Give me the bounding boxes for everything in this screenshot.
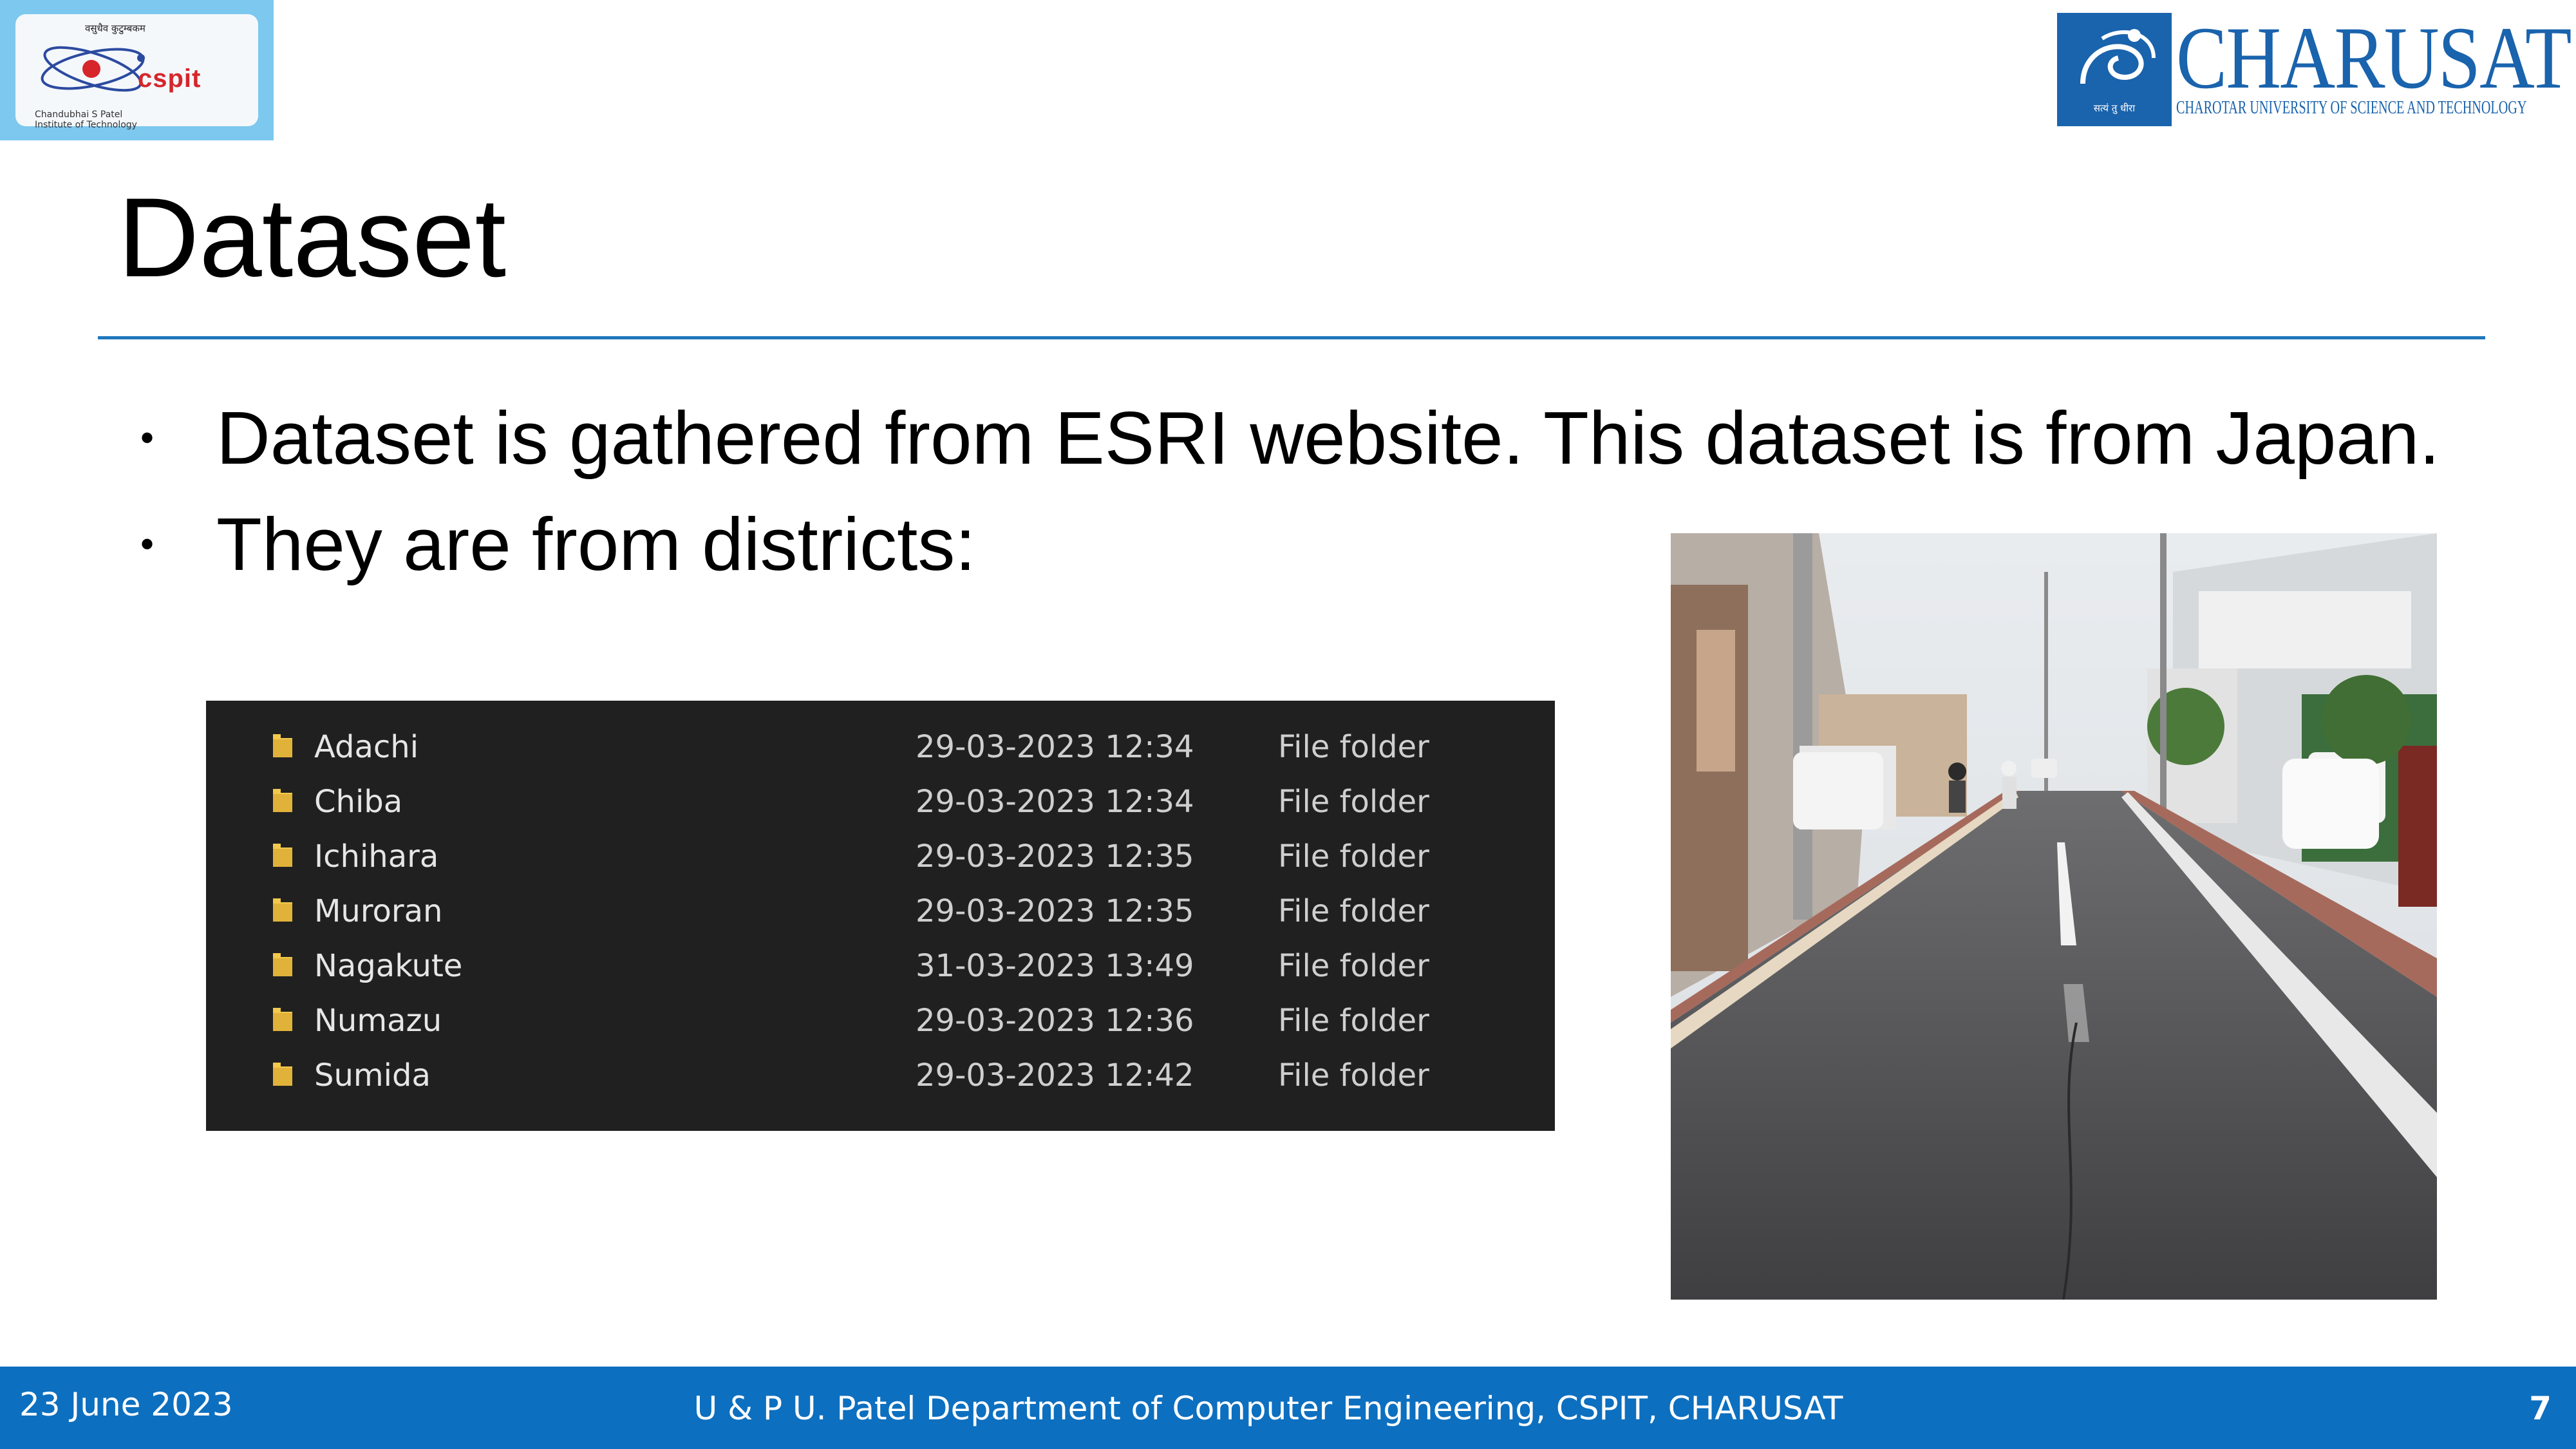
bullet-text: They are from districts: — [216, 502, 976, 586]
charusat-fullname: CHAROTAR UNIVERSITY OF SCIENCE AND TECHN… — [2176, 98, 2527, 118]
folder-icon — [273, 789, 292, 812]
charusat-emblem-icon: सत्यं तु धीरा — [2057, 13, 2172, 126]
folder-type: File folder — [1278, 838, 1429, 875]
folder-type: File folder — [1278, 948, 1429, 984]
bullet-dot-icon: • — [140, 522, 155, 565]
cspit-brand: cspit — [138, 64, 202, 93]
folder-icon — [273, 1008, 292, 1031]
street-photo — [1671, 533, 2437, 1300]
folder-name: Adachi — [314, 729, 419, 765]
charusat-logo: सत्यं तु धीरा CHARUSAT CHAROTAR UNIVERSI… — [2057, 13, 2571, 126]
folder-name: Numazu — [314, 1003, 442, 1039]
folder-type: File folder — [1278, 893, 1429, 929]
cspit-subtitle-line1: Chandubhai S Patel — [35, 109, 123, 120]
folder-row[interactable]: Muroran 29-03-2023 12:35 File folder — [206, 884, 1555, 938]
street-scene-image — [1671, 533, 2437, 1300]
title-divider — [98, 336, 2485, 339]
footer-department: U & P U. Patel Department of Computer En… — [693, 1390, 1843, 1427]
folder-icon — [273, 1063, 292, 1086]
slide-footer: 23 June 2023 U & P U. Patel Department o… — [0, 1367, 2576, 1449]
emblem-figure-icon — [2080, 29, 2156, 84]
folder-row[interactable]: Chiba 29-03-2023 12:34 File folder — [206, 775, 1555, 829]
folder-name: Nagakute — [314, 948, 463, 984]
folder-name: Chiba — [314, 784, 403, 820]
folder-row[interactable]: Nagakute 31-03-2023 13:49 File folder — [206, 939, 1555, 993]
folder-icon — [273, 953, 292, 976]
folder-type: File folder — [1278, 729, 1429, 765]
folder-date: 29-03-2023 12:35 — [916, 893, 1194, 929]
folder-row[interactable]: Numazu 29-03-2023 12:36 File folder — [206, 994, 1555, 1048]
folder-name: Muroran — [314, 893, 443, 929]
bullet-text: Dataset is gathered from ESRI website. T… — [216, 396, 2440, 480]
slide-title: Dataset — [118, 175, 507, 301]
charusat-wordmark: CHARUSAT — [2176, 8, 2571, 107]
folder-name: Ichihara — [314, 838, 439, 875]
folder-date: 31-03-2023 13:49 — [916, 948, 1194, 984]
folder-date: 29-03-2023 12:34 — [916, 784, 1194, 820]
cspit-subtitle: Chandubhai S Patel Institute of Technolo… — [35, 109, 137, 130]
folder-row[interactable]: Adachi 29-03-2023 12:34 File folder — [206, 720, 1555, 774]
page-number: 7 — [2529, 1390, 2552, 1427]
file-explorer-list: Adachi 29-03-2023 12:34 File folder Chib… — [206, 701, 1555, 1131]
folder-icon — [273, 898, 292, 922]
folder-row[interactable]: Ichihara 29-03-2023 12:35 File folder — [206, 829, 1555, 884]
folder-date: 29-03-2023 12:34 — [916, 729, 1194, 765]
folder-icon — [273, 734, 292, 757]
folder-row[interactable]: Sumida 29-03-2023 12:42 File folder — [206, 1048, 1555, 1103]
folder-date: 29-03-2023 12:36 — [916, 1003, 1194, 1039]
folder-date: 29-03-2023 12:35 — [916, 838, 1194, 875]
cspit-subtitle-line2: Institute of Technology — [35, 120, 137, 130]
bullet-dot-icon: • — [140, 416, 155, 459]
folder-type: File folder — [1278, 784, 1429, 820]
emblem-caption: सत्यं तु धीरा — [2093, 102, 2136, 114]
folder-name: Sumida — [314, 1057, 431, 1094]
folder-type: File folder — [1278, 1057, 1429, 1094]
folder-date: 29-03-2023 12:42 — [916, 1057, 1194, 1094]
folder-icon — [273, 844, 292, 867]
cspit-logo-card: वसुधैव कुटुम्बकम cspit Chandubhai S Pate… — [15, 14, 258, 130]
folder-type: File folder — [1278, 1003, 1429, 1039]
cspit-tagline: वसुधैव कुटुम्बकम — [85, 23, 146, 34]
cspit-logo: वसुधैव कुटुम्बकम cspit Chandubhai S Pate… — [0, 0, 274, 140]
